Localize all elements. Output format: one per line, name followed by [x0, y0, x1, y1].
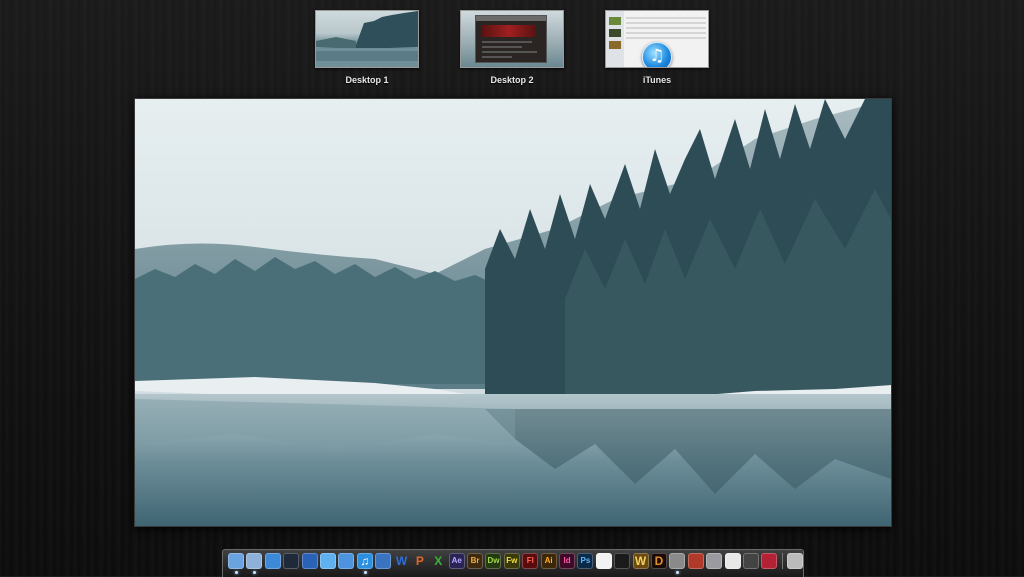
- dock-icon-label: Id: [563, 556, 571, 565]
- ichat-icon[interactable]: [319, 553, 336, 569]
- current-space-preview[interactable]: [134, 98, 892, 527]
- dictionary-icon[interactable]: [742, 553, 759, 569]
- fireworks-icon[interactable]: Fw: [503, 553, 520, 569]
- finder-icon[interactable]: [228, 553, 244, 574]
- dock-icon-label: D: [654, 554, 664, 568]
- dock-icon-label: Br: [470, 556, 480, 565]
- flag-icon[interactable]: [761, 553, 778, 569]
- mail-icon[interactable]: [338, 553, 355, 569]
- powerpoint-icon[interactable]: P: [412, 553, 428, 569]
- flash-icon[interactable]: Fl: [522, 553, 539, 569]
- itunes-thumbnail[interactable]: ♫: [605, 10, 709, 68]
- dock-icon-label: Fl: [526, 556, 534, 565]
- warcraft-icon[interactable]: W: [632, 553, 649, 569]
- preview-icon[interactable]: [246, 553, 263, 574]
- dock-icon-label: Ae: [451, 556, 462, 565]
- itunes-icon[interactable]: ♫: [356, 553, 373, 574]
- dreamweaver-icon[interactable]: Dw: [485, 553, 502, 569]
- dock-separator: [781, 553, 783, 569]
- dock-icons: ♫ W P X Ae Br Dw Fw Fl Ai Id Ps W D: [223, 550, 804, 574]
- dock-icon-label: Ai: [544, 556, 553, 565]
- safari-icon[interactable]: [264, 553, 281, 569]
- desktop-1-thumbnail[interactable]: [315, 10, 419, 68]
- game-icon[interactable]: [687, 553, 704, 569]
- dvd-player-icon[interactable]: [614, 553, 631, 569]
- word-icon[interactable]: W: [394, 553, 410, 569]
- space-desktop-1[interactable]: Desktop 1: [315, 10, 419, 85]
- app-icon[interactable]: [724, 553, 741, 569]
- hard-drive-icon[interactable]: [669, 553, 686, 574]
- dock-icon-label: W: [634, 554, 647, 568]
- system-preferences-icon[interactable]: [706, 553, 723, 569]
- space-itunes[interactable]: ♫ iTunes: [605, 10, 709, 85]
- dock-icon-label: Ps: [580, 556, 591, 565]
- dock-icon-label: X: [434, 554, 443, 568]
- utility-icon[interactable]: [375, 553, 392, 569]
- running-indicator: [363, 571, 367, 574]
- running-indicator: [235, 571, 238, 574]
- bridge-icon[interactable]: Br: [467, 553, 484, 569]
- desktop-2-thumbnail[interactable]: [460, 10, 564, 68]
- space-desktop-2[interactable]: Desktop 2: [460, 10, 564, 85]
- acrobat-icon[interactable]: [595, 553, 612, 569]
- running-indicator: [676, 571, 680, 574]
- after-effects-icon[interactable]: Ae: [448, 553, 465, 569]
- firefox-icon[interactable]: [301, 553, 318, 569]
- dock-icon-label: Fw: [506, 556, 518, 565]
- space-label: Desktop 1: [345, 75, 389, 85]
- snowy-forest-lake-wallpaper: [135, 99, 891, 526]
- dock-icon-label: Dw: [487, 556, 500, 565]
- indesign-icon[interactable]: Id: [559, 553, 576, 569]
- illustrator-icon[interactable]: Ai: [540, 553, 557, 569]
- trash-icon[interactable]: [787, 553, 804, 569]
- spaces-bar: Desktop 1 Desktop 2 ♫ iTunes: [0, 10, 1024, 90]
- diablo-icon[interactable]: D: [650, 553, 667, 569]
- space-label: Desktop 2: [490, 75, 534, 85]
- itunes-logo-icon: ♫: [642, 42, 672, 67]
- dock-icon-label: ♫: [360, 554, 370, 568]
- dock: ♫ W P X Ae Br Dw Fw Fl Ai Id Ps W D: [222, 549, 804, 577]
- photoshop-icon[interactable]: Ps: [577, 553, 594, 569]
- excel-icon[interactable]: X: [430, 553, 446, 569]
- quicktime-icon[interactable]: [283, 553, 300, 569]
- running-indicator: [253, 571, 257, 574]
- dock-icon-label: W: [395, 554, 408, 568]
- space-label: iTunes: [642, 75, 672, 85]
- dock-icon-label: P: [415, 554, 424, 568]
